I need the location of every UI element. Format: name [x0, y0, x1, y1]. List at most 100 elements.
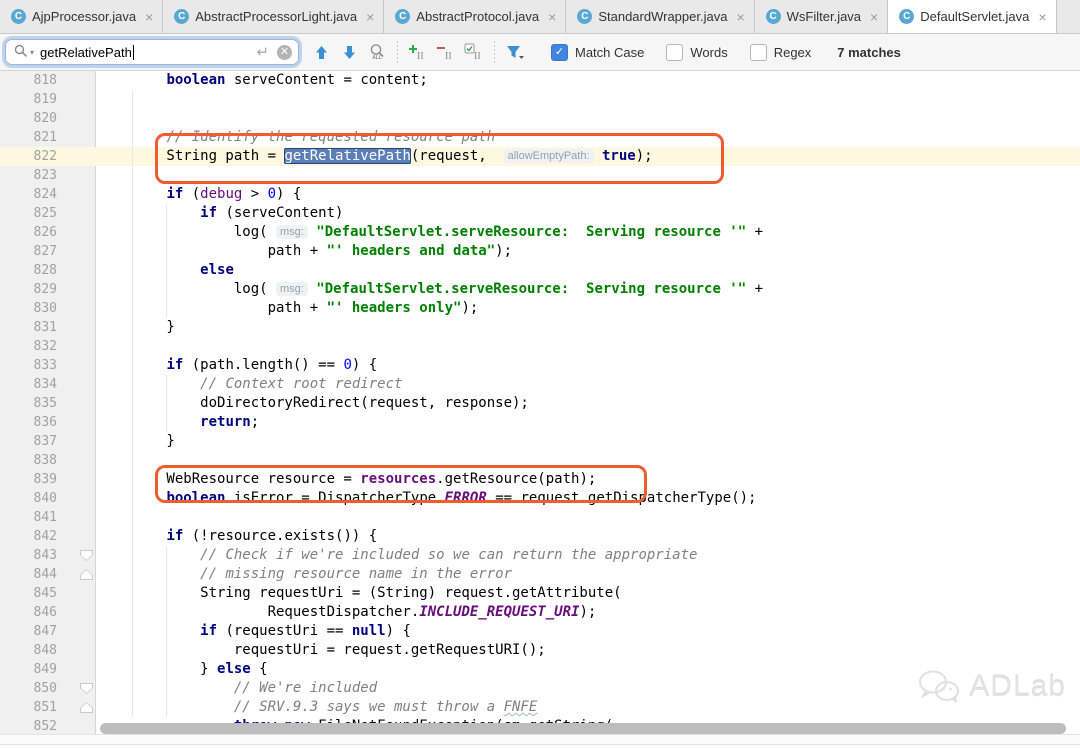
code-token: path + — [99, 243, 327, 259]
code-line[interactable]: if (!resource.exists()) { — [99, 527, 763, 546]
code-token: String requestUri = (String) request.get… — [99, 585, 622, 601]
match-case-checkbox[interactable]: ✓ — [551, 44, 568, 61]
line-number: 836 — [0, 413, 95, 432]
editor-tab[interactable]: CWsFilter.java× — [755, 0, 889, 33]
code-token — [99, 186, 166, 202]
fold-marker-icon[interactable] — [80, 683, 93, 694]
code-token: if — [166, 357, 183, 373]
fold-marker-icon[interactable] — [80, 569, 93, 580]
editor-tab[interactable]: CStandardWrapper.java× — [566, 0, 754, 33]
code-line[interactable] — [99, 109, 763, 128]
code-line[interactable]: } — [99, 432, 763, 451]
fold-marker-icon[interactable] — [80, 550, 93, 561]
editor-tab[interactable]: CAbstractProcessorLight.java× — [163, 0, 384, 33]
code-line[interactable]: if (serveContent) — [99, 204, 763, 223]
search-query-text: getRelativePath — [40, 45, 132, 60]
code-line[interactable]: } — [99, 318, 763, 337]
editor-tab[interactable]: CAbstractProtocol.java× — [384, 0, 566, 33]
code-token: // SRV.9.3 says we must throw a — [234, 699, 504, 715]
line-number: 834 — [0, 375, 95, 394]
code-token: // We're included — [234, 680, 377, 696]
select-all-occurrences-button[interactable]: II — [462, 40, 486, 64]
previous-occurrence-button[interactable] — [309, 40, 333, 64]
code-line[interactable]: else — [99, 261, 763, 280]
code-line[interactable]: requestUri = request.getRequestURI(); — [99, 641, 763, 660]
editor-tab[interactable]: CAjpProcessor.java× — [0, 0, 163, 33]
code-line[interactable]: // Context root redirect — [99, 375, 763, 394]
code-line[interactable]: } else { — [99, 660, 763, 679]
close-tab-icon[interactable]: × — [145, 10, 153, 24]
code-token: (!resource.exists()) { — [183, 528, 377, 544]
match-case-option[interactable]: ✓ Match Case — [551, 44, 644, 61]
code-token: (serveContent) — [217, 205, 343, 221]
remove-occurrence-button[interactable]: II — [434, 40, 458, 64]
line-number: 848 — [0, 641, 95, 660]
code-token: 0 — [268, 186, 276, 202]
code-line[interactable]: boolean serveContent = content; — [99, 71, 763, 90]
code-token: if — [200, 205, 217, 221]
watermark: ADLab — [917, 669, 1066, 705]
words-option[interactable]: Words — [666, 44, 727, 61]
close-tab-icon[interactable]: × — [366, 10, 374, 24]
code-token — [99, 72, 166, 88]
code-line[interactable] — [99, 90, 763, 109]
line-number: 825 — [0, 204, 95, 223]
code-token: boolean — [166, 72, 225, 88]
code-line[interactable]: log( msg: "DefaultServlet.serveResource:… — [99, 280, 763, 299]
code-line[interactable]: String requestUri = (String) request.get… — [99, 584, 763, 603]
regex-option[interactable]: Regex — [750, 44, 812, 61]
close-tab-icon[interactable]: × — [736, 10, 744, 24]
fold-marker-icon[interactable] — [80, 702, 93, 713]
editor-tab-bar: CAjpProcessor.java×CAbstractProcessorLig… — [0, 0, 1080, 34]
code-token: doDirectoryRedirect(request, response); — [99, 395, 529, 411]
highlight-box — [155, 133, 724, 184]
line-number: 826 — [0, 223, 95, 242]
code-line[interactable]: if (requestUri == null) { — [99, 622, 763, 641]
code-token — [99, 566, 200, 582]
code-editor[interactable]: 8188198208218228238248258268278288298308… — [0, 71, 1080, 748]
code-line[interactable]: path + "' headers and data"); — [99, 242, 763, 261]
horizontal-scrollbar[interactable] — [100, 723, 1066, 734]
line-number: 830 — [0, 299, 95, 318]
close-tab-icon[interactable]: × — [1038, 10, 1046, 24]
class-icon: C — [899, 9, 914, 24]
code-token: ) { — [276, 186, 301, 202]
close-tab-icon[interactable]: × — [870, 10, 878, 24]
code-line[interactable]: if (debug > 0) { — [99, 185, 763, 204]
regex-checkbox[interactable] — [750, 44, 767, 61]
code-line[interactable]: path + "' headers only"); — [99, 299, 763, 318]
code-token — [99, 623, 200, 639]
code-token — [99, 205, 200, 221]
clear-search-icon[interactable]: ✕ — [277, 45, 292, 60]
code-line[interactable]: // We're included — [99, 679, 763, 698]
code-token: + — [746, 281, 763, 297]
line-number: 822 — [0, 147, 95, 166]
words-checkbox[interactable] — [666, 44, 683, 61]
close-tab-icon[interactable]: × — [548, 10, 556, 24]
code-token: { — [251, 661, 268, 677]
code-token: (requestUri == — [217, 623, 352, 639]
line-number: 820 — [0, 109, 95, 128]
search-filter-button[interactable] — [503, 40, 527, 64]
code-token: "DefaultServlet.serveResource: Serving r… — [316, 281, 746, 297]
code-line[interactable]: return; — [99, 413, 763, 432]
search-input[interactable]: ▾ getRelativePath ↵ ✕ — [5, 39, 299, 65]
find-all-button[interactable]: ALL — [365, 40, 389, 64]
code-line[interactable]: doDirectoryRedirect(request, response); — [99, 394, 763, 413]
next-occurrence-button[interactable] — [337, 40, 361, 64]
code-line[interactable] — [99, 508, 763, 527]
search-history-dropdown-icon[interactable]: ▾ — [30, 48, 34, 57]
code-token: } — [99, 433, 175, 449]
code-line[interactable]: log( msg: "DefaultServlet.serveResource:… — [99, 223, 763, 242]
code-line[interactable]: // Check if we're included so we can ret… — [99, 546, 763, 565]
editor-tab[interactable]: CDefaultServlet.java× — [888, 0, 1056, 33]
svg-text:II: II — [445, 51, 452, 61]
code-line[interactable]: RequestDispatcher.INCLUDE_REQUEST_URI); — [99, 603, 763, 622]
code-line[interactable]: // missing resource name in the error — [99, 565, 763, 584]
add-occurrence-button[interactable]: II — [406, 40, 430, 64]
code-line[interactable] — [99, 337, 763, 356]
code-line[interactable]: if (path.length() == 0) { — [99, 356, 763, 375]
tab-label: WsFilter.java — [787, 9, 861, 24]
code-line[interactable]: // SRV.9.3 says we must throw a FNFE — [99, 698, 763, 717]
code-token: RequestDispatcher. — [99, 604, 419, 620]
